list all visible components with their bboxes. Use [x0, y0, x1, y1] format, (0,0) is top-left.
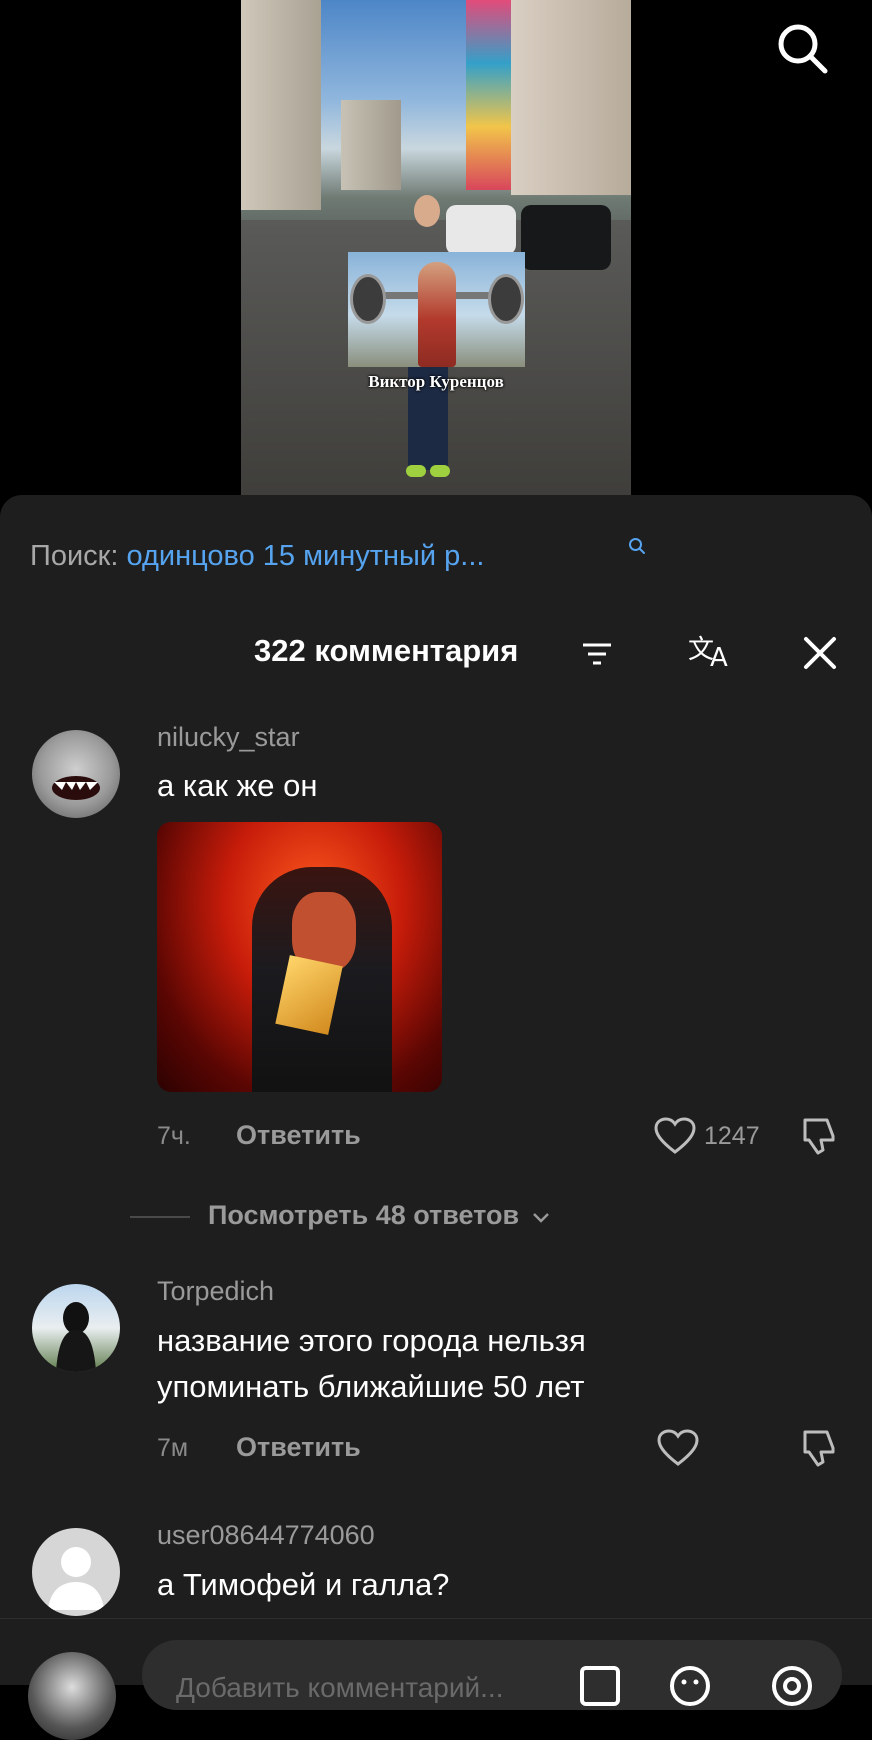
reply-button[interactable]: Ответить	[236, 1432, 361, 1463]
svg-text:A: A	[710, 643, 728, 670]
comment-text: а Тимофей и галла?	[157, 1567, 450, 1602]
dislike-icon[interactable]	[797, 1428, 841, 1468]
search-small-icon	[629, 538, 645, 554]
video-caption: Виктор Куренцов	[368, 372, 504, 391]
avatar[interactable]	[32, 730, 120, 818]
view-replies-button[interactable]: Посмотреть 48 ответов	[130, 1200, 551, 1231]
comment-username[interactable]: user08644774060	[157, 1520, 375, 1551]
search-icon[interactable]	[774, 20, 830, 76]
comment-time: 7м	[157, 1434, 189, 1462]
image-icon[interactable]	[578, 1664, 622, 1708]
heart-icon[interactable]	[653, 1116, 697, 1156]
comment-text: а как же он	[157, 768, 318, 803]
building	[241, 0, 321, 210]
reply-button[interactable]: Ответить	[236, 1120, 361, 1151]
chevron-down-icon	[532, 1212, 549, 1223]
heart-icon[interactable]	[656, 1428, 700, 1468]
building	[341, 100, 401, 190]
divider	[130, 1215, 190, 1218]
video-frame[interactable]: Виктор Куренцов	[241, 0, 631, 495]
close-icon[interactable]	[800, 633, 840, 673]
comments-sheet	[0, 495, 872, 1684]
view-replies-label: Посмотреть 48 ответов	[208, 1200, 520, 1230]
search-label: Поиск:	[30, 540, 119, 572]
search-query[interactable]: одинцово 15 минутный р...	[126, 540, 484, 572]
comment-attachment-image[interactable]	[157, 822, 442, 1092]
avatar[interactable]	[32, 1284, 120, 1372]
comment-time: 7ч.	[157, 1122, 191, 1150]
emoji-icon[interactable]	[668, 1664, 712, 1708]
comment-text-line: название этого города нельзя	[157, 1323, 586, 1358]
building	[511, 0, 631, 195]
translate-icon[interactable]: 文 A	[686, 628, 736, 670]
car	[446, 205, 516, 255]
search-suggestion[interactable]: Поиск: одинцово 15 минутный р...	[30, 540, 484, 573]
like-count: 1247	[704, 1122, 760, 1150]
sort-icon[interactable]	[579, 640, 615, 668]
avatar[interactable]	[32, 1528, 120, 1616]
car	[521, 205, 611, 270]
my-avatar	[28, 1652, 116, 1740]
weightlifter-inset	[348, 252, 525, 367]
comment-text-line: упоминать ближайшие 50 лет	[157, 1369, 585, 1404]
comment-username[interactable]: Torpedich	[157, 1276, 274, 1307]
comment-username[interactable]: nilucky_star	[157, 722, 300, 753]
dislike-icon[interactable]	[797, 1116, 841, 1156]
mural-building	[466, 0, 511, 190]
comment-input-placeholder: Добавить комментарий...	[176, 1672, 504, 1703]
comments-count: 322 комментария	[254, 633, 519, 668]
mention-icon[interactable]	[770, 1664, 814, 1708]
